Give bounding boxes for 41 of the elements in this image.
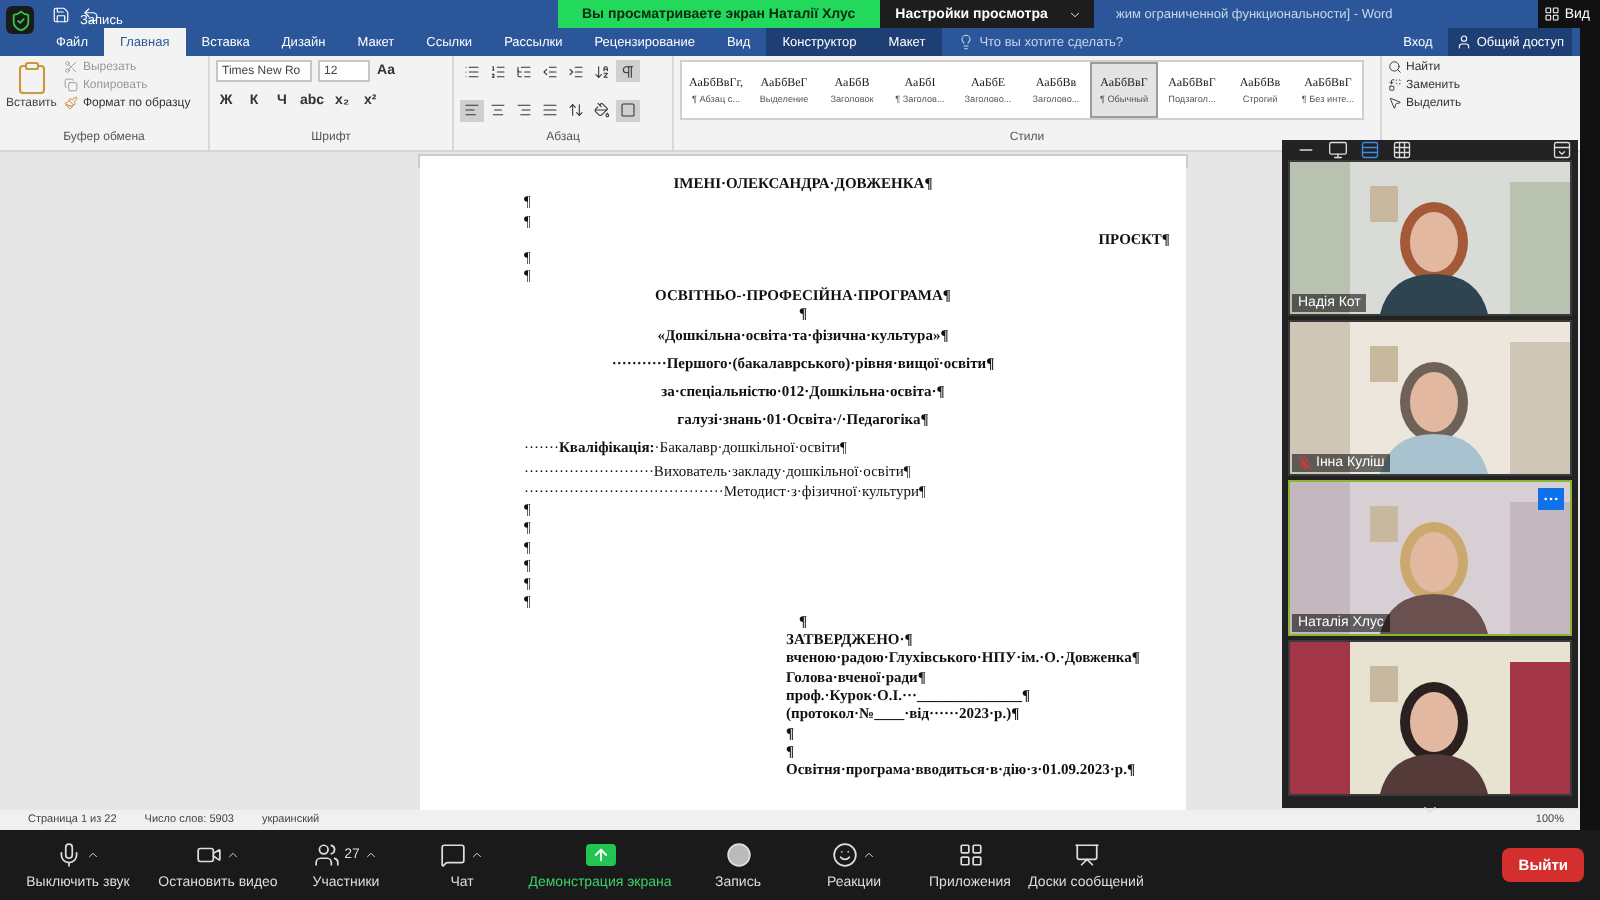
shield-icon (6, 6, 34, 34)
record-icon (725, 842, 751, 868)
caret-icon (862, 848, 876, 862)
people-icon (314, 842, 341, 868)
camera-icon (196, 842, 222, 868)
user-icon (1456, 34, 1473, 50)
microphone-icon (56, 842, 82, 868)
exit-panel-icon[interactable] (1552, 140, 1572, 160)
caret-icon (226, 848, 240, 862)
grid-icon (1544, 6, 1561, 22)
borders-icon[interactable] (616, 99, 640, 121)
paint-bucket-icon[interactable] (590, 99, 614, 121)
apps-icon (957, 842, 983, 868)
clipboard-icon (13, 60, 50, 96)
caret-icon (470, 848, 484, 862)
strip-view-icon[interactable] (1360, 140, 1380, 160)
line-spacing-icon[interactable] (564, 99, 588, 121)
caret-icon (1067, 7, 1082, 21)
copy-icon (64, 78, 79, 92)
numbering-icon[interactable] (486, 60, 510, 82)
grid-view-icon[interactable] (1392, 140, 1412, 160)
scissors-icon (64, 60, 79, 74)
align-center-icon[interactable] (486, 99, 510, 121)
paintbrush-icon (64, 96, 79, 110)
justify-icon[interactable] (538, 99, 562, 121)
pilcrow-icon[interactable] (616, 60, 640, 82)
caret-icon (363, 848, 378, 862)
more-button[interactable] (1538, 488, 1564, 510)
chat-icon (440, 842, 466, 868)
pointer-icon (1388, 96, 1402, 110)
save-icon[interactable] (52, 5, 70, 23)
sort-icon[interactable] (590, 60, 614, 82)
search-icon (1388, 60, 1402, 74)
single-view-icon[interactable] (1328, 140, 1348, 160)
align-right-icon[interactable] (512, 99, 536, 121)
whiteboard-icon (1073, 842, 1099, 868)
lightbulb-icon (957, 34, 974, 50)
smiley-icon (832, 842, 858, 868)
align-left-icon[interactable] (460, 99, 484, 121)
caret-icon (86, 848, 100, 862)
share-screen-icon (585, 844, 615, 866)
